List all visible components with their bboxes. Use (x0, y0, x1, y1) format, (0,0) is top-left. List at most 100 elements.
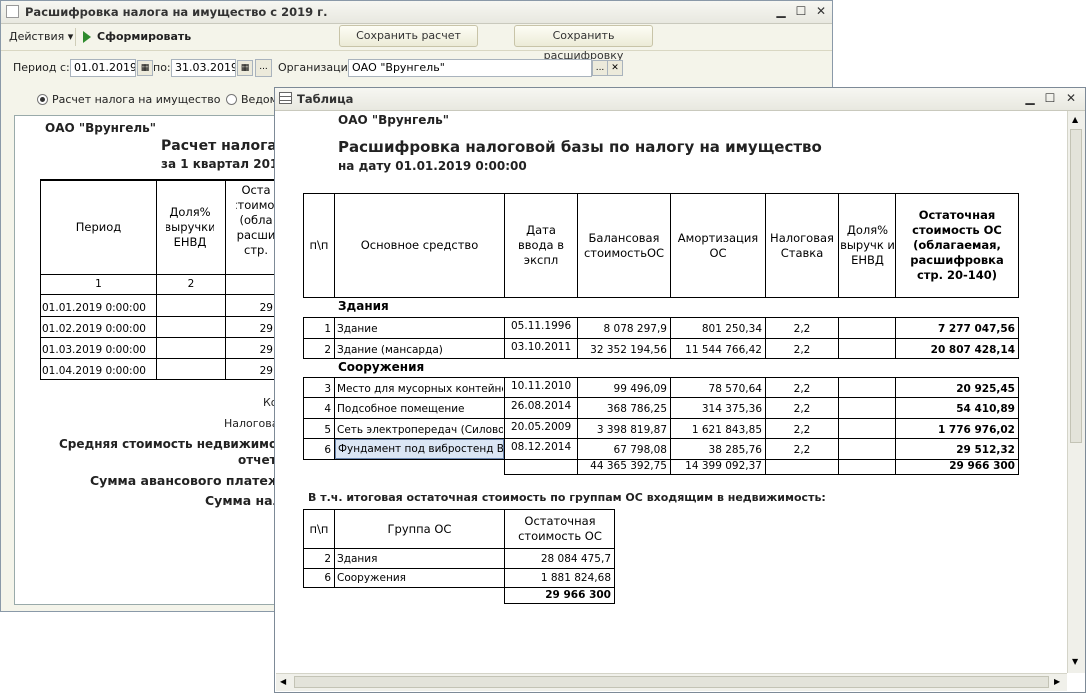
row-amort: 1 621 843,85 (691, 424, 762, 436)
col-amort-header: Амортизация ОС (677, 230, 759, 260)
period-from-input[interactable]: 01.01.2019 (70, 59, 136, 77)
radio-tax-calc[interactable] (37, 94, 48, 105)
back-col-period: Период (75, 220, 122, 234)
row-resid: 29 512,32 (956, 444, 1015, 456)
radio-tax-calc-label: Расчет налога на имущество (52, 93, 221, 106)
group-buildings: Здания (338, 299, 389, 313)
row-asset-selected[interactable]: Фундамент под вибростенд ВИ (335, 439, 504, 459)
scroll-right-icon[interactable]: ▶ (1054, 677, 1060, 686)
back-col-resid: Оста стоимос (обла расши стр. (236, 183, 276, 257)
row-amort: 314 375,36 (701, 403, 762, 415)
row-num: 3 (324, 383, 331, 395)
row-balance: 368 786,25 (606, 403, 667, 415)
minimize-icon[interactable]: ▁ (1023, 91, 1037, 105)
row-date: 20.05.2009 (511, 421, 572, 433)
row-rate: 2,2 (793, 444, 811, 456)
row-asset: Сеть электропередач (Силовой кабель) (337, 424, 503, 436)
save-decode-button[interactable]: Сохранить расшифровку (514, 25, 653, 62)
front-date-line: на дату 01.01.2019 0:00:00 (338, 159, 527, 173)
calendar-icon[interactable]: ▦ (237, 60, 253, 76)
scroll-up-icon[interactable]: ▲ (1072, 115, 1078, 124)
row-resid: 20 925,45 (956, 383, 1015, 395)
front-window-titlebar[interactable]: Таблица ▁ ☐ ✕ (275, 88, 1085, 111)
org-select-button[interactable]: ... (592, 60, 608, 76)
row-rate: 2,2 (793, 344, 811, 356)
period-to-input[interactable]: 31.03.2019 (171, 59, 236, 77)
save-calc-button[interactable]: Сохранить расчет (339, 25, 478, 47)
col-num-header: п\п (309, 238, 329, 252)
period-from-label: Период с: (13, 61, 70, 74)
back-row-period: 01.02.2019 0:00:00 (42, 323, 146, 335)
radio-statement-label: Ведом (241, 93, 278, 106)
horizontal-scrollbar[interactable]: ◀ ▶ (276, 673, 1067, 691)
front-heading: Расшифровка налоговой базы по налогу на … (338, 138, 822, 156)
calendar-icon[interactable]: ▦ (137, 60, 153, 76)
row-date: 05.11.1996 (511, 320, 572, 332)
back-row-value: 29 (259, 365, 273, 377)
summary-row-resid: 1 881 824,68 (540, 572, 611, 584)
org-clear-icon[interactable]: ✕ (607, 60, 623, 76)
row-balance: 99 496,09 (613, 383, 667, 395)
front-company: ОАО "Врунгель" (338, 113, 450, 127)
period-to-label: по: (153, 61, 171, 74)
row-date: 10.11.2010 (511, 380, 572, 392)
row-balance: 8 078 297,9 (603, 323, 667, 335)
maximize-icon[interactable]: ☐ (794, 4, 808, 18)
summary-row-group: Здания (337, 553, 378, 565)
row-num: 5 (324, 424, 331, 436)
col-resid-header: Остаточная стоимость ОС (облагаемая, рас… (910, 208, 1004, 282)
back-report-subtitle: за 1 квартал 2019 (161, 157, 287, 171)
row-date: 26.08.2014 (511, 400, 572, 412)
summary-total: 29 966 300 (545, 589, 611, 601)
total-resid: 29 966 300 (949, 460, 1015, 472)
period-select-button[interactable]: ... (255, 59, 272, 77)
front-window-title: Таблица (297, 92, 354, 106)
generate-button[interactable]: Сформировать (97, 30, 191, 43)
summary-row-num: 2 (324, 553, 331, 565)
back-frag-2: Налогова (224, 417, 279, 430)
summary-caption: В т.ч. итоговая остаточная стоимость по … (308, 491, 826, 504)
scroll-left-icon[interactable]: ◀ (280, 677, 286, 686)
org-input[interactable]: ОАО "Врунгель" (348, 59, 592, 77)
minimize-icon[interactable]: ▁ (774, 4, 788, 18)
back-row-value: 29 (259, 344, 273, 356)
row-amort: 38 285,76 (708, 444, 762, 456)
row-amort: 11 544 766,42 (685, 344, 762, 356)
row-num: 6 (324, 444, 331, 456)
col-balance-header: Балансовая стоимостьОС (583, 230, 665, 260)
back-window-titlebar[interactable]: Расшифровка налога на имущество с 2019 г… (1, 1, 832, 24)
toolbar: Действия ▾ Сформировать Сохранить расчет… (1, 24, 832, 62)
col-date-header: Дата ввода в экспл (517, 223, 565, 267)
back-row-period: 01.01.2019 0:00:00 (42, 302, 146, 314)
row-amort: 78 570,64 (708, 383, 762, 395)
back-row-period: 01.03.2019 0:00:00 (42, 344, 146, 356)
table-icon (279, 92, 292, 104)
col-rate-header: Налоговая Ставка (770, 230, 834, 260)
front-window: Таблица ▁ ☐ ✕ ▲ ▼ ◀ ▶ ОАО "Врунгель" Рас… (274, 87, 1086, 693)
row-resid: 20 807 428,14 (930, 344, 1015, 356)
row-amort: 801 250,34 (701, 323, 762, 335)
row-rate: 2,2 (793, 424, 811, 436)
summary-row-num: 6 (324, 572, 331, 584)
row-num: 4 (324, 403, 331, 415)
row-asset: Подсобное помещение (337, 403, 465, 415)
maximize-icon[interactable]: ☐ (1043, 91, 1057, 105)
scroll-thumb[interactable] (294, 676, 1049, 688)
summary-col-num: п\п (309, 521, 329, 536)
actions-menu[interactable]: Действия ▾ (9, 30, 73, 43)
radio-statement[interactable] (226, 94, 237, 105)
group-structures: Сооружения (338, 360, 425, 374)
close-icon[interactable]: ✕ (1064, 91, 1078, 105)
summary-col-resid: Остаточная стоимость ОС (518, 514, 602, 543)
org-label: Организация: (278, 61, 359, 74)
row-resid: 7 277 047,56 (937, 323, 1015, 335)
back-row-value: 29 (259, 302, 273, 314)
col-share-header: Доля% выручк и ЕНВД (840, 223, 895, 267)
vertical-scrollbar[interactable]: ▲ ▼ (1067, 111, 1085, 673)
row-resid: 1 776 976,02 (937, 424, 1015, 436)
row-num: 2 (324, 344, 331, 356)
scroll-thumb[interactable] (1070, 129, 1082, 443)
row-asset: Здание (337, 323, 378, 335)
scroll-down-icon[interactable]: ▼ (1072, 657, 1078, 666)
close-icon[interactable]: ✕ (814, 4, 828, 18)
